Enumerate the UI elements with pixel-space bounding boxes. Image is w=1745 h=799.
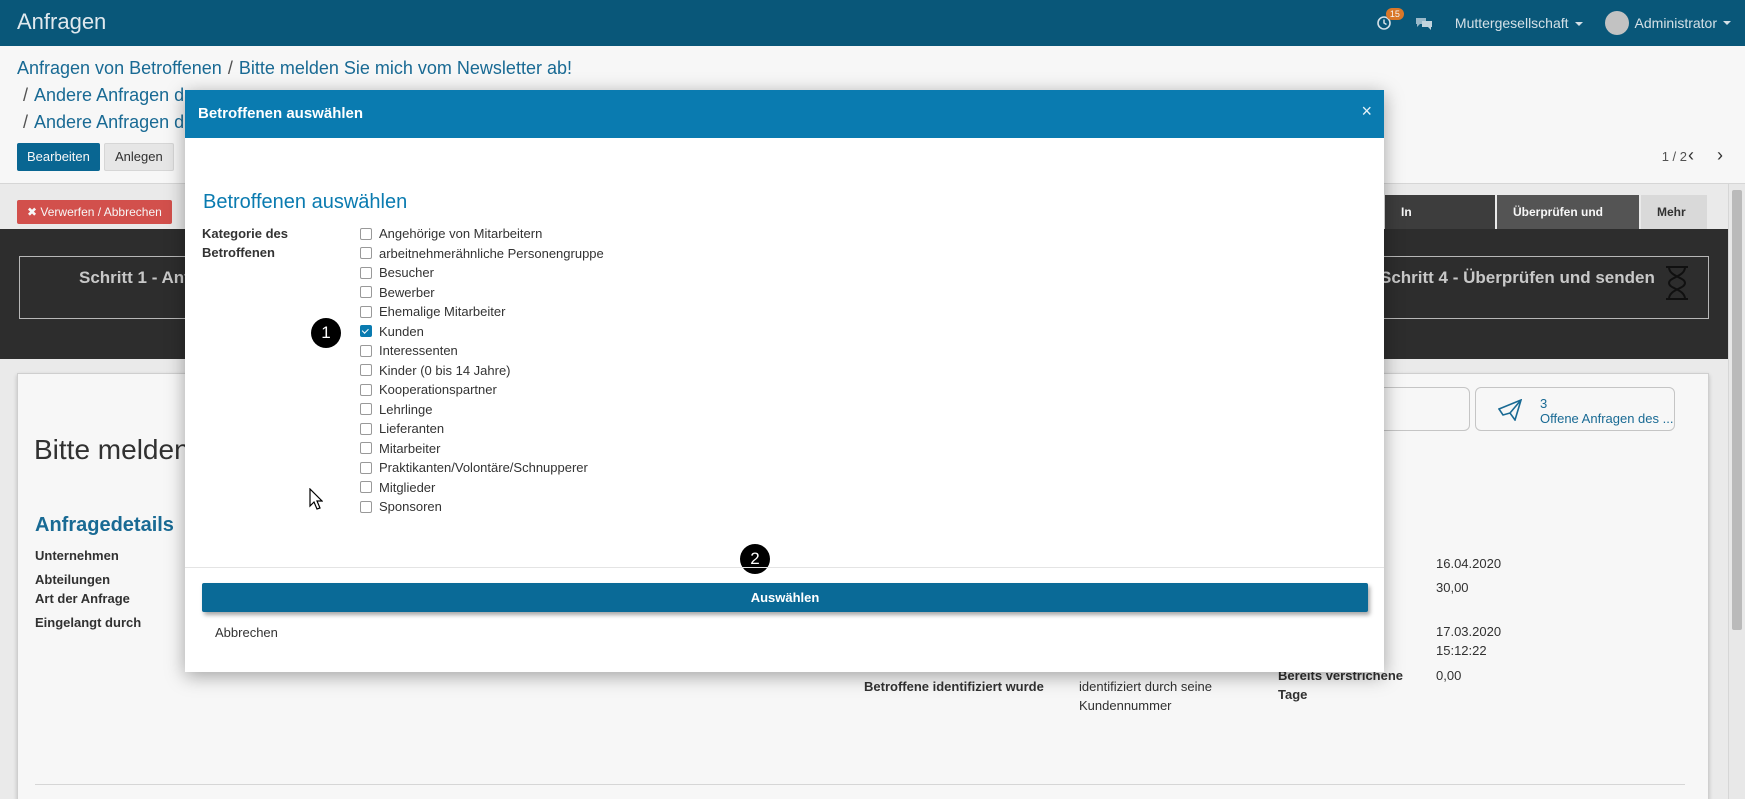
category-option-label: Mitarbeiter [379, 440, 441, 456]
category-checkbox[interactable] [360, 364, 372, 377]
category-option-label: Besucher [379, 265, 434, 281]
category-option-label: Bewerber [379, 284, 435, 300]
category-checkbox[interactable] [360, 383, 372, 396]
category-option[interactable]: Kooperationspartner [360, 380, 604, 400]
category-option[interactable]: arbeitnehmerähnliche Personengruppe [360, 244, 604, 264]
category-option[interactable]: Sponsoren [360, 497, 604, 517]
category-option-label: Kunden [379, 323, 424, 339]
category-option[interactable]: Besucher [360, 263, 604, 283]
category-option-label: Mitglieder [379, 479, 436, 495]
category-checkbox[interactable] [360, 227, 372, 240]
category-option[interactable]: Mitglieder [360, 478, 604, 498]
category-option-label: Praktikanten/Volontäre/Schnupperer [379, 460, 588, 476]
category-option-label: Angehörige von Mitarbeitern [379, 226, 543, 242]
category-option[interactable]: Lieferanten [360, 419, 604, 439]
mouse-cursor-icon [309, 488, 323, 510]
category-option[interactable]: Angehörige von Mitarbeitern [360, 224, 604, 244]
dialog-title: Betroffenen auswählen [198, 105, 364, 122]
category-checkbox[interactable] [360, 461, 372, 474]
category-checkbox[interactable] [360, 344, 372, 357]
category-option[interactable]: Praktikanten/Volontäre/Schnupperer [360, 458, 604, 478]
category-option-label: Sponsoren [379, 499, 442, 515]
category-option[interactable]: Kinder (0 bis 14 Jahre) [360, 361, 604, 381]
category-option-label: Ehemalige Mitarbeiter [379, 304, 506, 320]
category-option-label: arbeitnehmerähnliche Personengruppe [379, 245, 604, 261]
step-marker-2: 2 [740, 544, 770, 574]
dialog-footer-divider [185, 567, 1384, 568]
category-checkbox[interactable] [360, 442, 372, 455]
category-option[interactable]: Lehrlinge [360, 400, 604, 420]
category-checkbox[interactable] [360, 422, 372, 435]
cancel-button[interactable]: Abbrechen [215, 625, 278, 640]
category-option[interactable]: Kunden [360, 322, 604, 342]
close-icon[interactable]: × [1361, 101, 1372, 122]
select-button[interactable]: Auswählen [202, 583, 1368, 612]
category-checkbox[interactable] [360, 481, 372, 494]
category-option[interactable]: Ehemalige Mitarbeiter [360, 302, 604, 322]
category-option[interactable]: Bewerber [360, 283, 604, 303]
category-checkbox[interactable] [360, 266, 372, 279]
category-option-label: Kinder (0 bis 14 Jahre) [379, 362, 511, 378]
step-marker-1: 1 [311, 318, 341, 348]
dialog-body-title: Betroffenen auswählen [203, 191, 408, 213]
category-checkbox[interactable] [360, 500, 372, 513]
category-option-label: Interessenten [379, 343, 458, 359]
category-option-label: Lieferanten [379, 421, 445, 437]
category-checkbox[interactable] [360, 286, 372, 299]
dialog-header: Betroffenen auswählen × [185, 90, 1384, 138]
category-checkbox[interactable] [360, 305, 372, 318]
select-data-subject-dialog: Betroffenen auswählen × Betroffenen ausw… [185, 90, 1384, 672]
category-checkbox[interactable] [360, 403, 372, 416]
category-label: Kategorie des Betroffenen [202, 226, 288, 260]
category-checkbox[interactable] [360, 247, 372, 260]
category-option-label: Kooperationspartner [379, 382, 497, 398]
category-checkbox[interactable] [360, 325, 372, 338]
category-option[interactable]: Interessenten [360, 341, 604, 361]
category-option-label: Lehrlinge [379, 401, 433, 417]
category-checkbox-list: Angehörige von Mitarbeitern arbeitnehmerä… [360, 224, 604, 517]
category-option[interactable]: Mitarbeiter [360, 439, 604, 459]
